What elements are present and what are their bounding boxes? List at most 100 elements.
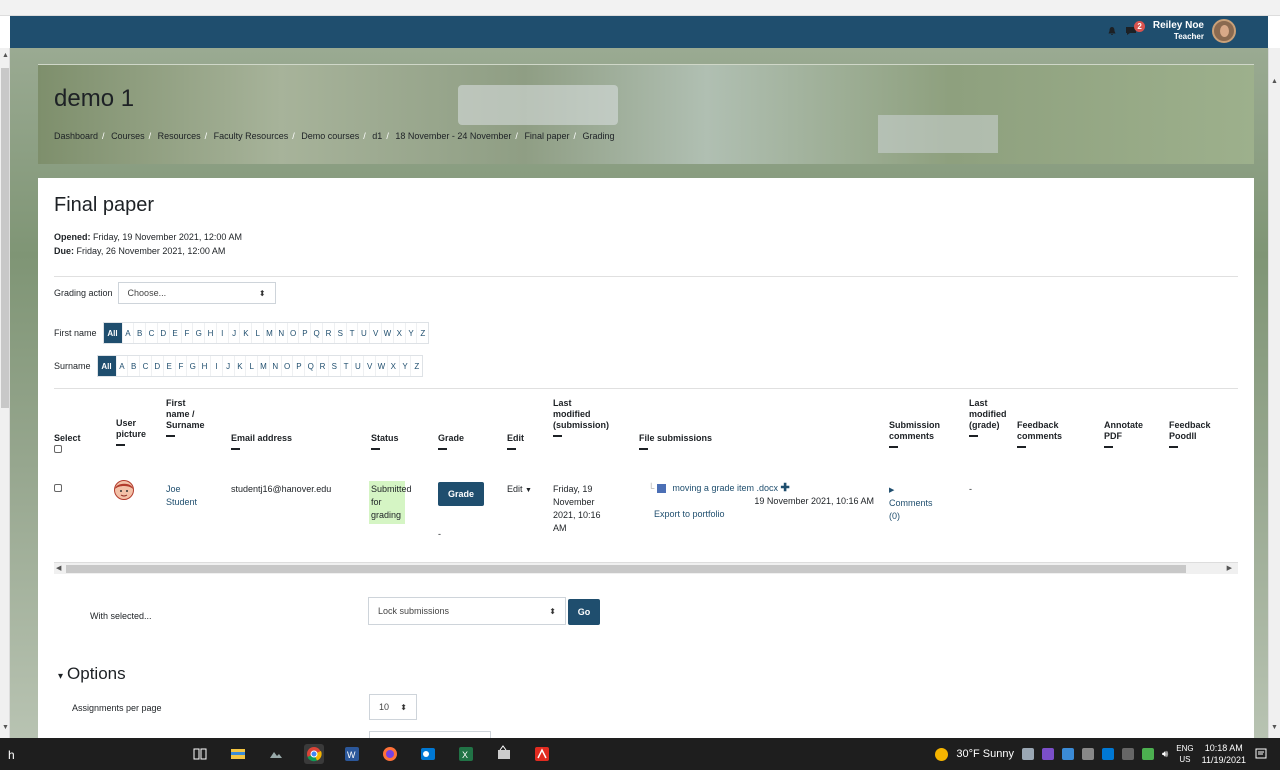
first-name-letter[interactable]: M — [263, 323, 275, 343]
header-name[interactable]: First name / Surname — [166, 398, 205, 437]
breadcrumb-item[interactable]: Demo courses — [301, 131, 359, 141]
header-annotate-pdf[interactable]: Annotate PDF — [1104, 420, 1143, 448]
surname-letter[interactable]: C — [139, 356, 151, 376]
taskbar-search-text[interactable]: h — [8, 748, 15, 762]
breadcrumb-item[interactable]: Faculty Resources — [214, 131, 289, 141]
assignments-per-page-select[interactable]: 10 ⬍ — [369, 694, 417, 720]
word-icon[interactable]: W — [342, 744, 362, 764]
surname-letter[interactable]: X — [386, 356, 399, 376]
surname-letter[interactable]: P — [292, 356, 304, 376]
header-status[interactable]: Status — [371, 433, 399, 450]
collapse-column-icon[interactable] — [507, 448, 516, 450]
surname-letter[interactable]: Q — [304, 356, 316, 376]
bell-icon[interactable] — [1107, 26, 1117, 36]
first-name-letter[interactable]: H — [204, 323, 216, 343]
surname-letter[interactable]: K — [233, 356, 246, 376]
header-feedback-comments[interactable]: Feedback comments — [1017, 420, 1062, 448]
header-edit[interactable]: Edit — [507, 433, 524, 450]
surname-letter[interactable]: V — [363, 356, 375, 376]
student-avatar[interactable] — [114, 480, 134, 500]
first-name-letter[interactable]: Z — [416, 323, 428, 343]
network-icon[interactable] — [1121, 748, 1134, 760]
bulk-action-select[interactable]: Lock submissions ⬍ — [368, 597, 566, 625]
first-name-letter[interactable]: V — [369, 323, 381, 343]
surname-letter[interactable]: R — [316, 356, 328, 376]
surname-letter[interactable]: O — [280, 356, 293, 376]
outlook-icon[interactable] — [418, 744, 438, 764]
collapse-column-icon[interactable] — [889, 446, 898, 448]
file-link[interactable]: moving a grade item .docx — [672, 483, 778, 493]
first-name-letter[interactable]: T — [345, 323, 358, 343]
photos-icon[interactable] — [266, 744, 286, 764]
onenote-tray-icon[interactable] — [1041, 748, 1054, 760]
collapse-column-icon[interactable] — [166, 435, 175, 437]
surname-letter[interactable]: A — [115, 356, 128, 376]
snipping-tool-icon[interactable] — [494, 744, 514, 764]
messages-icon[interactable]: 2 — [1125, 21, 1145, 36]
excel-icon[interactable]: X — [456, 744, 476, 764]
acrobat-icon[interactable] — [532, 744, 552, 764]
right-scrollbar[interactable]: ▲ ▼ — [1268, 48, 1280, 738]
scroll-up-arrow-icon[interactable]: ▲ — [2, 52, 9, 59]
collapse-column-icon[interactable] — [553, 435, 562, 437]
header-feedback-poodll[interactable]: Feedback Poodll — [1169, 420, 1211, 448]
options-section-toggle[interactable]: ▾ Options — [58, 664, 126, 684]
tray-app-icon[interactable] — [1021, 748, 1034, 760]
surname-letter[interactable]: N — [268, 356, 281, 376]
surname-letter[interactable]: I — [209, 356, 222, 376]
first-name-letter[interactable]: C — [145, 323, 157, 343]
edit-menu[interactable]: Edit ▼ — [507, 483, 532, 497]
task-view-icon[interactable] — [190, 744, 210, 764]
onedrive-icon[interactable] — [1061, 748, 1074, 760]
volume-icon[interactable]: 🔊︎ — [1162, 749, 1168, 760]
left-scrollbar-thumb[interactable] — [1, 68, 9, 408]
first-name-letter[interactable]: L — [251, 323, 263, 343]
surname-letter[interactable]: G — [186, 356, 198, 376]
export-to-portfolio-link[interactable]: Export to portfolio — [654, 508, 874, 521]
first-name-letter[interactable]: G — [192, 323, 204, 343]
first-name-letter[interactable]: P — [298, 323, 310, 343]
header-last-modified-submission[interactable]: Last modified (submission) — [553, 398, 609, 437]
collapse-column-icon[interactable] — [1017, 446, 1026, 448]
collapse-column-icon[interactable] — [438, 448, 447, 450]
scroll-left-arrow-icon[interactable]: ◀ — [56, 564, 61, 572]
collapse-column-icon[interactable] — [116, 444, 125, 446]
scroll-down-arrow-icon[interactable]: ▼ — [1271, 724, 1278, 731]
row-select-checkbox[interactable] — [54, 484, 62, 492]
go-button[interactable]: Go — [568, 599, 600, 625]
header-user-picture[interactable]: User picture — [116, 418, 146, 446]
surname-letter[interactable]: U — [351, 356, 363, 376]
student-name-link[interactable]: Joe Student — [166, 483, 197, 509]
first-name-letter[interactable]: W — [381, 323, 393, 343]
next-option-field[interactable] — [369, 731, 491, 738]
surname-letter[interactable]: B — [127, 356, 139, 376]
plus-icon[interactable]: ✚ — [781, 482, 790, 494]
file-explorer-icon[interactable] — [228, 744, 248, 764]
surname-letter[interactable]: E — [162, 356, 175, 376]
first-name-letter[interactable]: Y — [404, 323, 417, 343]
scroll-up-arrow-icon[interactable]: ▲ — [1271, 78, 1278, 85]
security-tray-icon[interactable] — [1141, 748, 1154, 760]
language-indicator[interactable]: ENG US — [1176, 743, 1193, 765]
first-name-letter[interactable]: A — [121, 323, 134, 343]
surname-letter[interactable]: D — [150, 356, 163, 376]
horizontal-scrollbar-thumb[interactable] — [66, 565, 1186, 573]
breadcrumb-item[interactable]: 18 November - 24 November — [395, 131, 511, 141]
clock[interactable]: 10:18 AM 11/19/2021 — [1202, 742, 1246, 766]
header-grade[interactable]: Grade — [438, 433, 464, 450]
first-name-letter[interactable]: X — [392, 323, 405, 343]
first-name-letter[interactable]: S — [333, 323, 346, 343]
first-name-letter[interactable]: D — [156, 323, 169, 343]
first-name-letter[interactable]: B — [133, 323, 145, 343]
select-all-checkbox[interactable] — [54, 445, 62, 453]
header-email[interactable]: Email address — [231, 433, 292, 450]
header-file-submissions[interactable]: File submissions — [639, 433, 712, 450]
submission-comments-toggle[interactable]: ▶ Comments (0) — [889, 483, 933, 523]
surname-letter[interactable]: J — [221, 356, 234, 376]
first-name-letter[interactable]: I — [215, 323, 228, 343]
user-avatar[interactable] — [1212, 19, 1236, 43]
breadcrumb-item[interactable]: d1 — [372, 131, 382, 141]
first-name-letter[interactable]: K — [239, 323, 251, 343]
collapse-column-icon[interactable] — [639, 448, 648, 450]
surname-letter[interactable]: Z — [410, 356, 422, 376]
